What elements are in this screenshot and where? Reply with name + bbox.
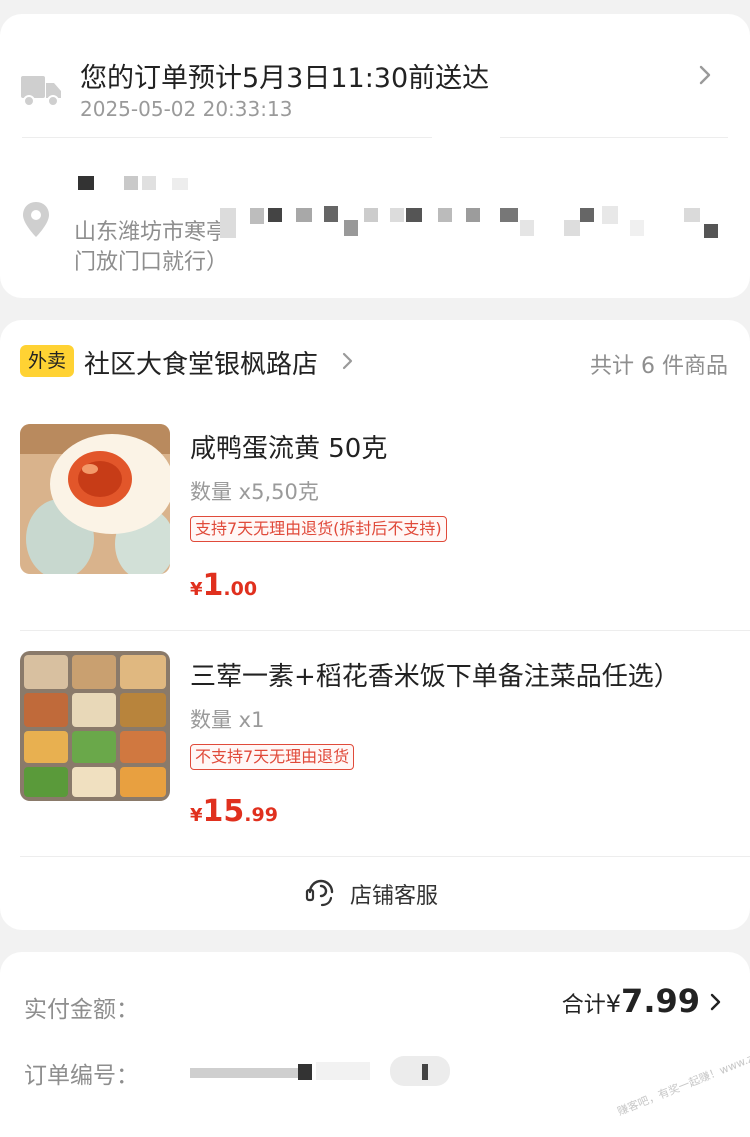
chevron-right-icon[interactable] [708, 992, 724, 1012]
meal-set-image[interactable] [20, 651, 170, 801]
total-amount: 7.99 [621, 982, 700, 1020]
chevron-right-icon[interactable] [694, 64, 716, 86]
product-quantity: 数量 x1 [190, 708, 265, 732]
salted-egg-image[interactable] [20, 424, 170, 574]
divider [22, 137, 432, 138]
divider [500, 137, 728, 138]
delivery-timestamp: 2025-05-02 20:33:13 [80, 97, 293, 121]
product-title: 咸鸭蛋流黄 50克 [190, 434, 388, 464]
price-integer: 15 [202, 794, 245, 829]
product-quantity: 数量 x5,50克 [190, 480, 319, 504]
total-prefix: 合计 [561, 993, 606, 1018]
customer-service-label: 店铺客服 [350, 884, 439, 909]
address-line-1: 山东潍坊市寒亭 [74, 220, 229, 245]
delivery-card[interactable]: 您的订单预计5月3日11:30前送达 2025-05-02 20:33:13 山… [0, 14, 750, 298]
truck-icon [21, 76, 61, 107]
return-policy-badge: 不支持7天无理由退货 [190, 744, 355, 770]
price-currency: ¥ [190, 579, 203, 600]
customer-service-icon [305, 879, 334, 907]
location-pin-icon [23, 202, 49, 237]
total-currency: ¥ [605, 990, 622, 1018]
return-policy-badge: 支持7天无理由退货(拆封后不支持) [190, 516, 447, 542]
order-card: 外卖 社区大食堂银枫路店 共计 6 件商品 咸鸭蛋流黄 50克 数量 x5,50… [0, 320, 750, 930]
chevron-right-icon[interactable] [340, 352, 356, 370]
price-decimal: .99 [244, 804, 278, 826]
product-title: 三荤一素+稻花香米饭下单备注菜品任选） [190, 662, 680, 692]
price-currency: ¥ [190, 805, 203, 826]
order-total[interactable]: 合计¥7.99 [562, 982, 700, 1020]
price-integer: 1 [202, 568, 224, 603]
price-decimal: .00 [223, 578, 258, 600]
paid-amount-label: 实付金额： [24, 997, 139, 1023]
order-number-label: 订单编号： [24, 1063, 139, 1089]
divider [20, 630, 750, 631]
item-count: 共计 6 件商品 [590, 354, 728, 379]
address-line-2: 门放门口就行） [74, 250, 229, 275]
product-price: ¥15.99 [190, 794, 278, 829]
store-name[interactable]: 社区大食堂银枫路店 [84, 344, 318, 381]
delivery-type-tag: 外卖 [20, 345, 75, 377]
delivery-eta: 您的订单预计5月3日11:30前送达 [80, 63, 490, 94]
product-price: ¥1.00 [190, 568, 257, 603]
divider [20, 856, 750, 857]
